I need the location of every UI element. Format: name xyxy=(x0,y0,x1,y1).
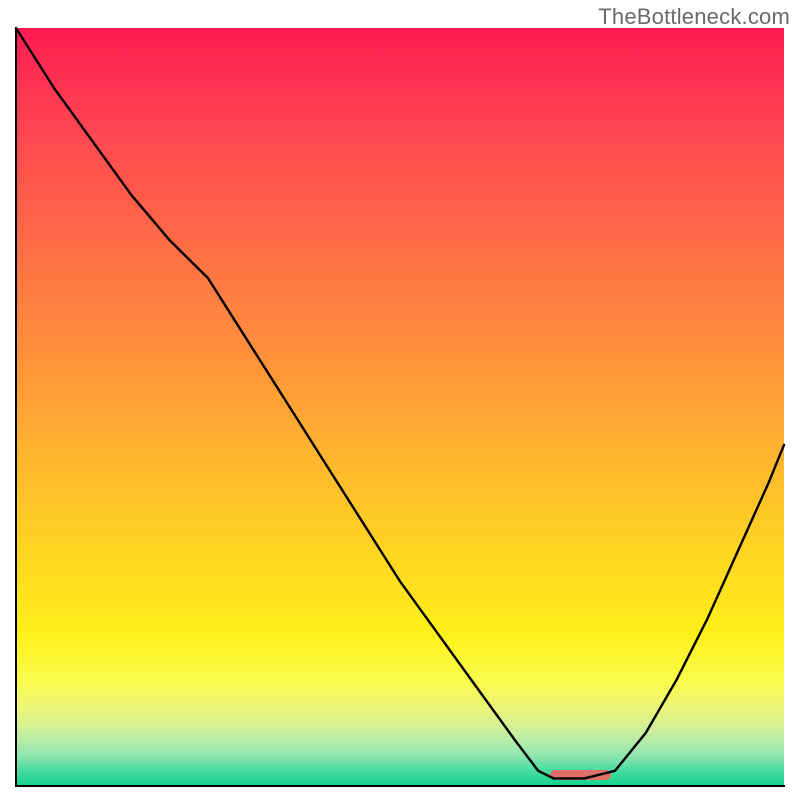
watermark-text: TheBottleneck.com xyxy=(598,4,790,30)
bottleneck-curve xyxy=(16,28,784,786)
plot-area xyxy=(16,28,784,786)
y-axis-line xyxy=(15,28,17,786)
x-axis-line xyxy=(15,785,785,787)
